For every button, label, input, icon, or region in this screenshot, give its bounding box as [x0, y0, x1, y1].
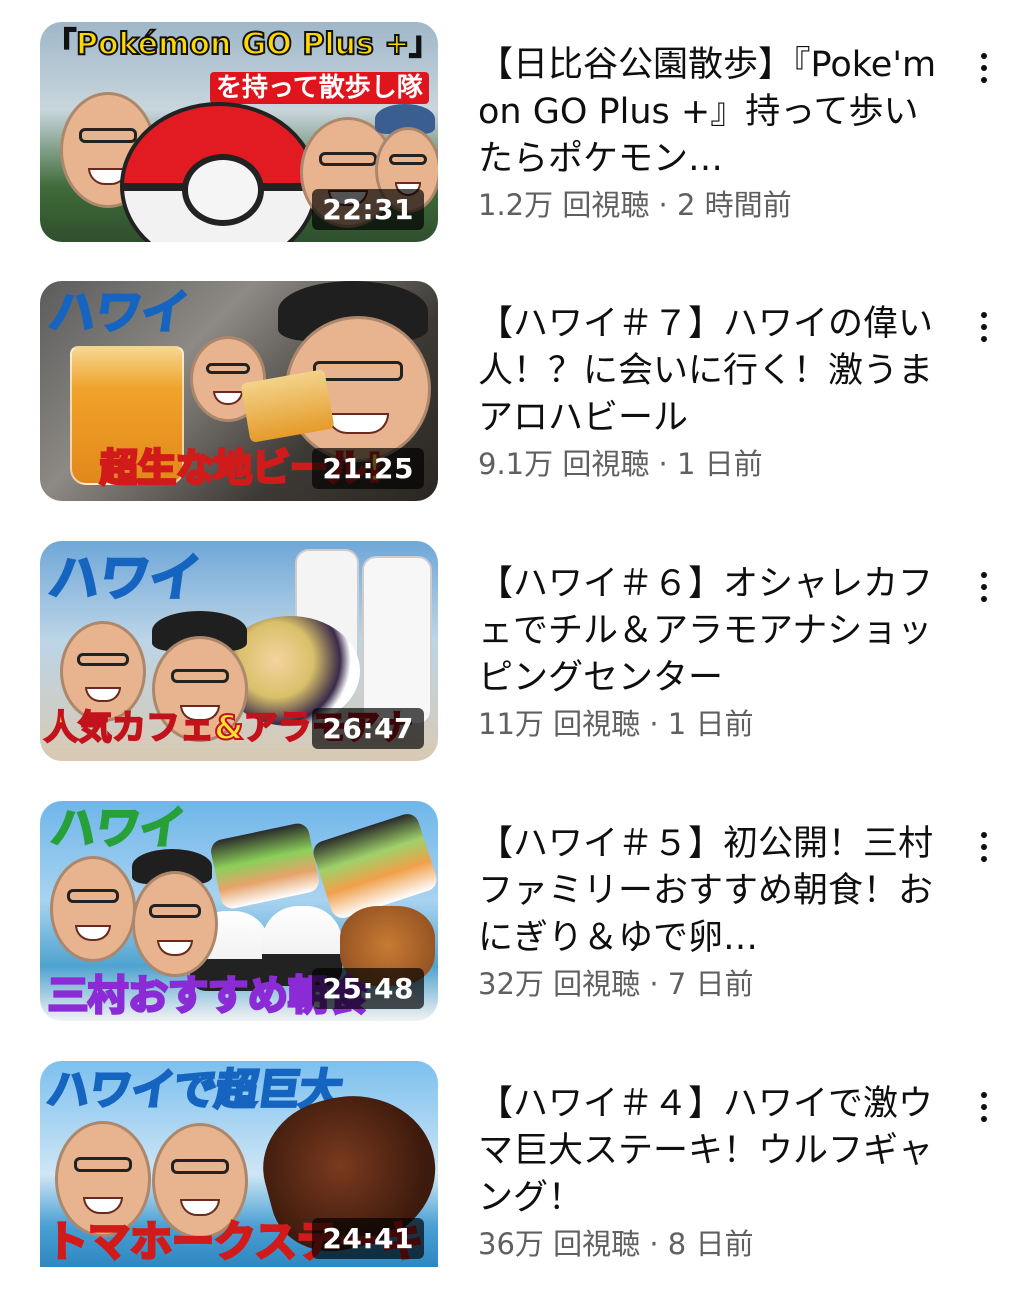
more-vertical-icon[interactable] [966, 303, 1002, 351]
video-thumbnail[interactable]: ハワイ 超生な地ビール! 21:25 [40, 281, 438, 501]
meta-separator: · [640, 1227, 668, 1261]
person-image [132, 871, 218, 977]
video-thumbnail[interactable]: ハワイで超巨大 トマホークステーキ 24:41 [40, 1061, 438, 1267]
view-count: 9.1万 回視聴 [478, 447, 650, 481]
upload-age: 8 日前 [667, 1227, 754, 1261]
meta-separator: · [649, 447, 677, 481]
video-title[interactable]: 【ハワイ＃４】ハワイで激ウマ巨大ステーキ！ウルフギャング！ [478, 1081, 948, 1222]
video-meta: 1.2万 回視聴 · 2 時間前 [478, 182, 792, 224]
upload-age: 2 時間前 [677, 188, 792, 222]
video-duration: 21:25 [312, 448, 424, 489]
video-item[interactable]: ハワイ 超生な地ビール! 21:25 【ハワイ＃７】ハワイの偉い人！？に会いに行… [0, 281, 1024, 521]
person-image [50, 856, 136, 962]
upload-age: 1 日前 [667, 707, 754, 741]
thumbnail-text: ハワイ [44, 548, 205, 609]
video-meta: 11万 回視聴 · 1 日前 [478, 701, 753, 743]
more-vertical-icon[interactable] [966, 1083, 1002, 1131]
video-item[interactable]: 「Pokémon GO Plus +」 を持って散歩し隊 22:31 【日比谷公… [0, 22, 1024, 262]
more-vertical-icon[interactable] [966, 563, 1002, 611]
video-duration: 26:47 [312, 708, 424, 749]
video-meta: 9.1万 回視聴 · 1 日前 [478, 441, 763, 483]
view-count: 1.2万 回視聴 [478, 188, 650, 222]
more-vertical-icon[interactable] [966, 44, 1002, 92]
video-thumbnail[interactable]: ハワイ 人気カフェ&アラモアナ 26:47 [40, 541, 438, 761]
video-thumbnail[interactable]: 「Pokémon GO Plus +」 を持って散歩し隊 22:31 [40, 22, 438, 242]
video-meta: 36万 回視聴 · 8 日前 [478, 1221, 753, 1263]
video-meta: 32万 回視聴 · 7 日前 [478, 961, 753, 1003]
video-title[interactable]: 【ハワイ＃７】ハワイの偉い人！？に会いに行く！激うまアロハビール [478, 301, 948, 442]
bottle-image [362, 556, 432, 725]
video-duration: 22:31 [312, 189, 424, 230]
video-item[interactable]: ハワイ 三村おすすめ朝食 25:48 【ハワイ＃５】初公開！三村ファミリーおすす… [0, 801, 1024, 1041]
thumbnail-text: を持って散歩し隊 [210, 72, 429, 104]
video-item[interactable]: ハワイ 人気カフェ&アラモアナ 26:47 【ハワイ＃６】オシャレカフェでチル＆… [0, 541, 1024, 781]
video-thumbnail[interactable]: ハワイ 三村おすすめ朝食 25:48 [40, 801, 438, 1021]
video-item[interactable]: ハワイで超巨大 トマホークステーキ 24:41 【ハワイ＃４】ハワイで激ウマ巨大… [0, 1061, 1024, 1301]
thumbnail-text: ハワイで超巨大 [43, 1064, 347, 1116]
thumbnail-text: ハワイ [45, 284, 194, 341]
video-title[interactable]: 【ハワイ＃５】初公開！三村ファミリーおすすめ朝食！おにぎり＆ゆで卵… [478, 821, 948, 962]
meta-separator: · [649, 188, 677, 222]
thumbnail-text: ハワイ [47, 802, 189, 856]
video-title[interactable]: 【ハワイ＃６】オシャレカフェでチル＆アラモアナショッピングセンター [478, 561, 948, 702]
more-vertical-icon[interactable] [966, 823, 1002, 871]
video-duration: 25:48 [312, 968, 424, 1009]
thumbnail-text: 「Pokémon GO Plus +」 [45, 27, 438, 62]
video-duration: 24:41 [312, 1218, 424, 1259]
person-image [60, 621, 146, 722]
upload-age: 7 日前 [667, 967, 754, 1001]
view-count: 11万 回視聴 [478, 707, 641, 741]
upload-age: 1 日前 [677, 447, 763, 481]
meta-separator: · [640, 967, 668, 1001]
view-count: 36万 回視聴 [478, 1227, 641, 1261]
meta-separator: · [640, 707, 668, 741]
view-count: 32万 回視聴 [478, 967, 641, 1001]
video-title[interactable]: 【日比谷公園散歩】『Poke'mon GO Plus +』持って歩いたらポケモン… [478, 42, 948, 183]
